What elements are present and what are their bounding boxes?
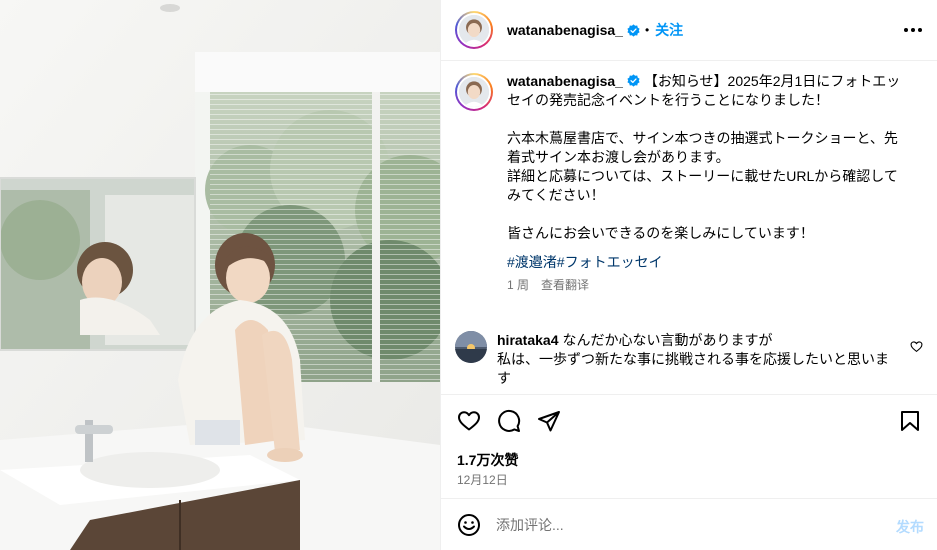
post-header: watanabenagisa_ • 关注: [441, 0, 937, 61]
caption-paragraph-2: 六本木蔦屋書店で、サイン本つきの抽選式トークショーと、先着式サイン本お渡し会があ…: [507, 130, 898, 203]
heart-icon[interactable]: [457, 409, 481, 433]
verified-icon: [627, 23, 640, 37]
caption-paragraph-1: watanabenagisa_ 【お知らせ】2025年2月1日にフォトエッセイの…: [507, 72, 907, 110]
caption-hashtags: #渡邉渚#フォトエッセイ: [507, 253, 907, 272]
caption: watanabenagisa_ 【お知らせ】2025年2月1日にフォトエッセイの…: [441, 62, 937, 295]
post-date[interactable]: 12月12日: [457, 471, 508, 488]
caption-paragraph-3: 皆さんにお会いできるのを楽しみにしています！: [507, 225, 814, 241]
comment-like-icon[interactable]: [910, 340, 923, 353]
author-username[interactable]: watanabenagisa_: [507, 22, 623, 38]
emoji-icon[interactable]: [457, 513, 481, 537]
add-comment-bar: 发布: [441, 498, 937, 550]
comment-text: hirataka4 なんだか心ない言動がありますが 私は、一歩ずつ新たな事に挑戦さ…: [497, 331, 897, 388]
commenter-username[interactable]: hirataka4: [497, 332, 558, 348]
post-details-panel: watanabenagisa_ • 关注 watanabenagisa_ 【お知…: [440, 0, 937, 550]
verified-icon: [627, 74, 640, 87]
action-bar: [441, 394, 937, 446]
comment-input[interactable]: [496, 516, 866, 533]
follow-button[interactable]: 关注: [655, 20, 683, 40]
hashtag-link[interactable]: #フォトエッセイ: [557, 254, 663, 270]
more-icon[interactable]: [904, 22, 922, 38]
post-image[interactable]: [0, 0, 440, 550]
caption-author-avatar[interactable]: [455, 73, 493, 111]
header-separator: •: [644, 23, 650, 37]
hashtag-link[interactable]: #渡邉渚: [507, 254, 557, 270]
translate-link[interactable]: 查看翻译: [541, 278, 589, 292]
post-age: 1 周: [507, 278, 530, 292]
comment-icon[interactable]: [497, 409, 521, 433]
post-comment-button[interactable]: 发布: [896, 517, 924, 537]
commenter-avatar[interactable]: [455, 331, 487, 363]
share-icon[interactable]: [537, 409, 561, 433]
caption-username[interactable]: watanabenagisa_: [507, 73, 623, 89]
caption-meta: 1 周查看翻译: [507, 276, 907, 295]
comment-item: hirataka4 なんだか心ない言動がありますが 私は、一歩ずつ新たな事に挑戦さ…: [455, 331, 925, 388]
caption-text: watanabenagisa_ 【お知らせ】2025年2月1日にフォトエッセイの…: [507, 72, 907, 295]
bookmark-icon[interactable]: [898, 409, 922, 433]
post-photo-illustration: [0, 0, 440, 550]
likes-count[interactable]: 1.7万次赞: [457, 450, 518, 470]
author-avatar[interactable]: [455, 11, 493, 49]
